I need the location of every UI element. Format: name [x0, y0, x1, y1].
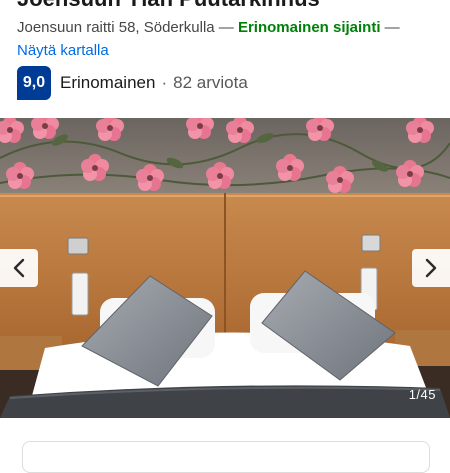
review-score-badge: 9,0	[17, 66, 51, 100]
photo-counter: 1/45	[408, 387, 436, 402]
address-separator: —	[214, 19, 238, 36]
rating-separator: ·	[161, 73, 168, 92]
chevron-right-icon	[425, 258, 437, 278]
chevron-left-icon	[13, 258, 25, 278]
review-count: 82 arviota	[173, 73, 248, 92]
gallery-next-button[interactable]	[412, 249, 450, 287]
show-on-map-link[interactable]: Näytä kartalla	[17, 42, 109, 59]
photo-gallery[interactable]: 1/45	[0, 118, 450, 418]
rating-label: Erinomainen	[60, 73, 156, 92]
gallery-prev-button[interactable]	[0, 249, 38, 287]
location-rating: Erinomainen sijainti	[237, 19, 381, 36]
rating-summary[interactable]: 9,0 Erinomainen · 82 arviota	[17, 66, 248, 100]
hotel-name: Joensuun Ylän Puutarkinnus	[17, 0, 320, 12]
address-line: Joensuun raitti 58, Söderkulla — Erinoma…	[17, 16, 437, 62]
address-separator-2: —	[380, 19, 400, 36]
address-street: Joensuun raitti 58, Söderkulla	[17, 19, 215, 36]
gallery-photo[interactable]	[0, 118, 450, 418]
info-card	[22, 441, 430, 473]
